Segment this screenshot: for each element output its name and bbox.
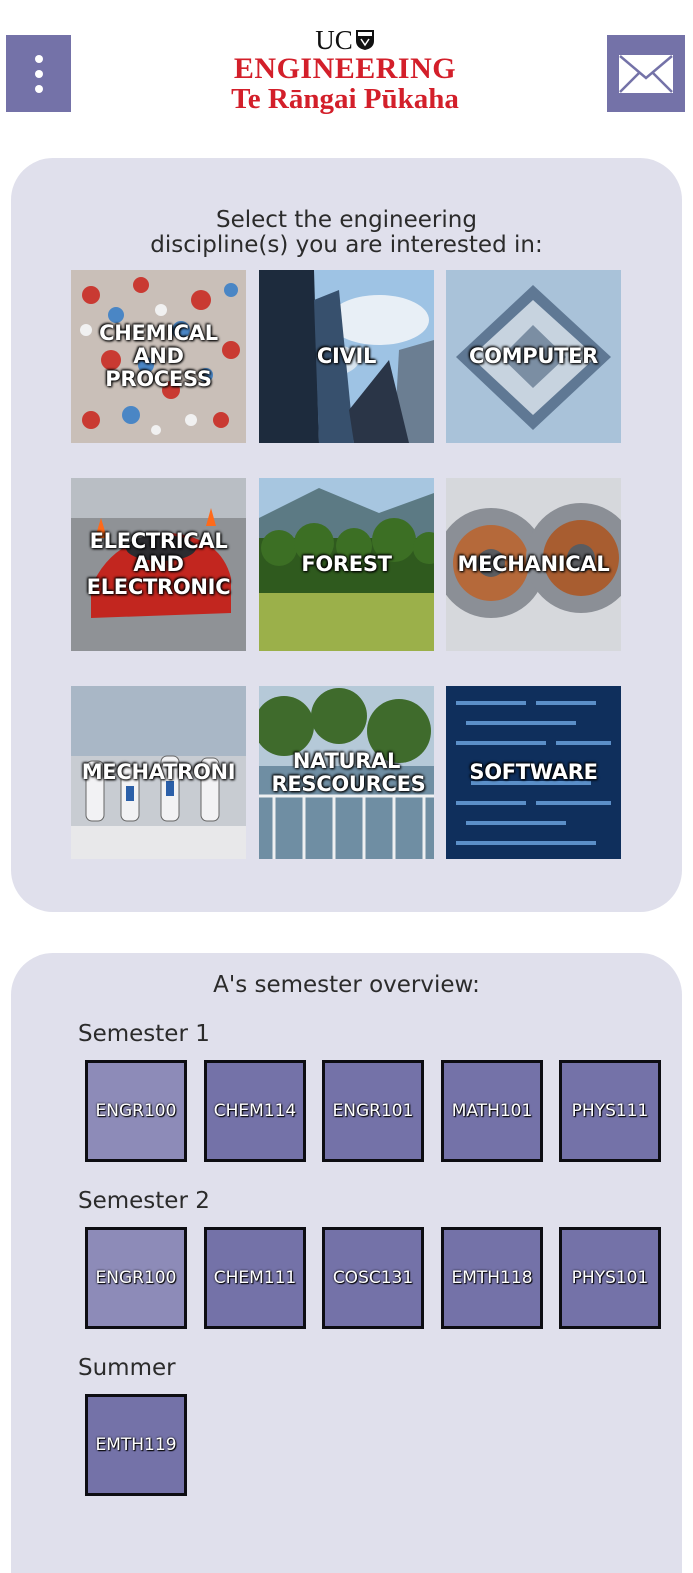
course-button[interactable]: EMTH118 — [441, 1227, 543, 1329]
logo-title: ENGINEERING — [233, 52, 457, 85]
discipline-label: NATURAL RESCOURCES — [271, 748, 426, 796]
discipline-tile-forest[interactable]: FOREST — [259, 478, 434, 651]
semester-overview-card: A's semester overview: Semester 1 ENGR10… — [11, 953, 682, 1573]
semester-1-label: Semester 1 — [78, 1021, 210, 1047]
discipline-heading: Select the engineering discipline(s) you… — [11, 208, 682, 258]
discipline-label: FOREST — [301, 552, 392, 576]
discipline-tile-civil[interactable]: CIVIL — [259, 270, 434, 443]
vertical-dots-icon-dot — [34, 84, 43, 93]
crest-icon — [355, 30, 374, 50]
discipline-label: MECHATRONI — [81, 760, 236, 784]
course-button[interactable]: CHEM114 — [204, 1060, 306, 1162]
uc-engineering-logo: UC ENGINEERING Te Rāngai Pūkaha — [200, 26, 490, 121]
course-button[interactable]: COSC131 — [322, 1227, 424, 1329]
discipline-label: ELECTRICAL AND ELECTRONIC — [86, 529, 231, 599]
course-button[interactable]: EMTH119 — [85, 1394, 187, 1496]
discipline-tile-mechatronics[interactable]: MECHATRONI — [71, 686, 246, 859]
discipline-label: COMPUTER — [468, 344, 599, 368]
discipline-label: SOFTWARE — [469, 760, 598, 784]
course-button[interactable]: PHYS101 — [559, 1227, 661, 1329]
discipline-label: CHEMICAL AND PROCESS — [99, 321, 218, 391]
course-button[interactable]: CHEM111 — [204, 1227, 306, 1329]
discipline-tile-chemical[interactable]: CHEMICAL AND PROCESS — [71, 270, 246, 443]
course-button[interactable]: ENGR101 — [322, 1060, 424, 1162]
discipline-tile-mechanical[interactable]: MECHANICAL — [446, 478, 621, 651]
discipline-heading-line1: Select the engineering — [216, 207, 477, 233]
discipline-tile-natural-resources[interactable]: NATURAL RESCOURCES — [259, 686, 434, 859]
discipline-tile-software[interactable]: SOFTWARE — [446, 686, 621, 859]
vertical-dots-icon — [34, 54, 43, 63]
logo-subtitle: Te Rāngai Pūkaha — [231, 83, 459, 115]
discipline-tile-electrical[interactable]: ELECTRICAL AND ELECTRONIC — [71, 478, 246, 651]
semester-2-label: Semester 2 — [78, 1188, 210, 1214]
logo-uc: UC — [315, 25, 353, 55]
course-button[interactable]: ENGR100 — [85, 1227, 187, 1329]
course-button[interactable]: MATH101 — [441, 1060, 543, 1162]
menu-button[interactable] — [6, 35, 71, 112]
course-button[interactable]: ENGR100 — [85, 1060, 187, 1162]
discipline-selection-card: Select the engineering discipline(s) you… — [11, 158, 682, 912]
discipline-tile-computer[interactable]: COMPUTER — [446, 270, 621, 443]
discipline-label: MECHANICAL — [457, 552, 610, 576]
discipline-heading-line2: discipline(s) you are interested in: — [150, 232, 543, 258]
course-button[interactable]: PHYS111 — [559, 1060, 661, 1162]
mail-button[interactable] — [607, 35, 685, 112]
discipline-label: CIVIL — [316, 344, 377, 368]
summer-label: Summer — [78, 1355, 176, 1381]
overview-heading: A's semester overview: — [213, 972, 480, 998]
vertical-dots-icon-dot — [34, 69, 43, 78]
envelope-icon — [619, 54, 673, 93]
